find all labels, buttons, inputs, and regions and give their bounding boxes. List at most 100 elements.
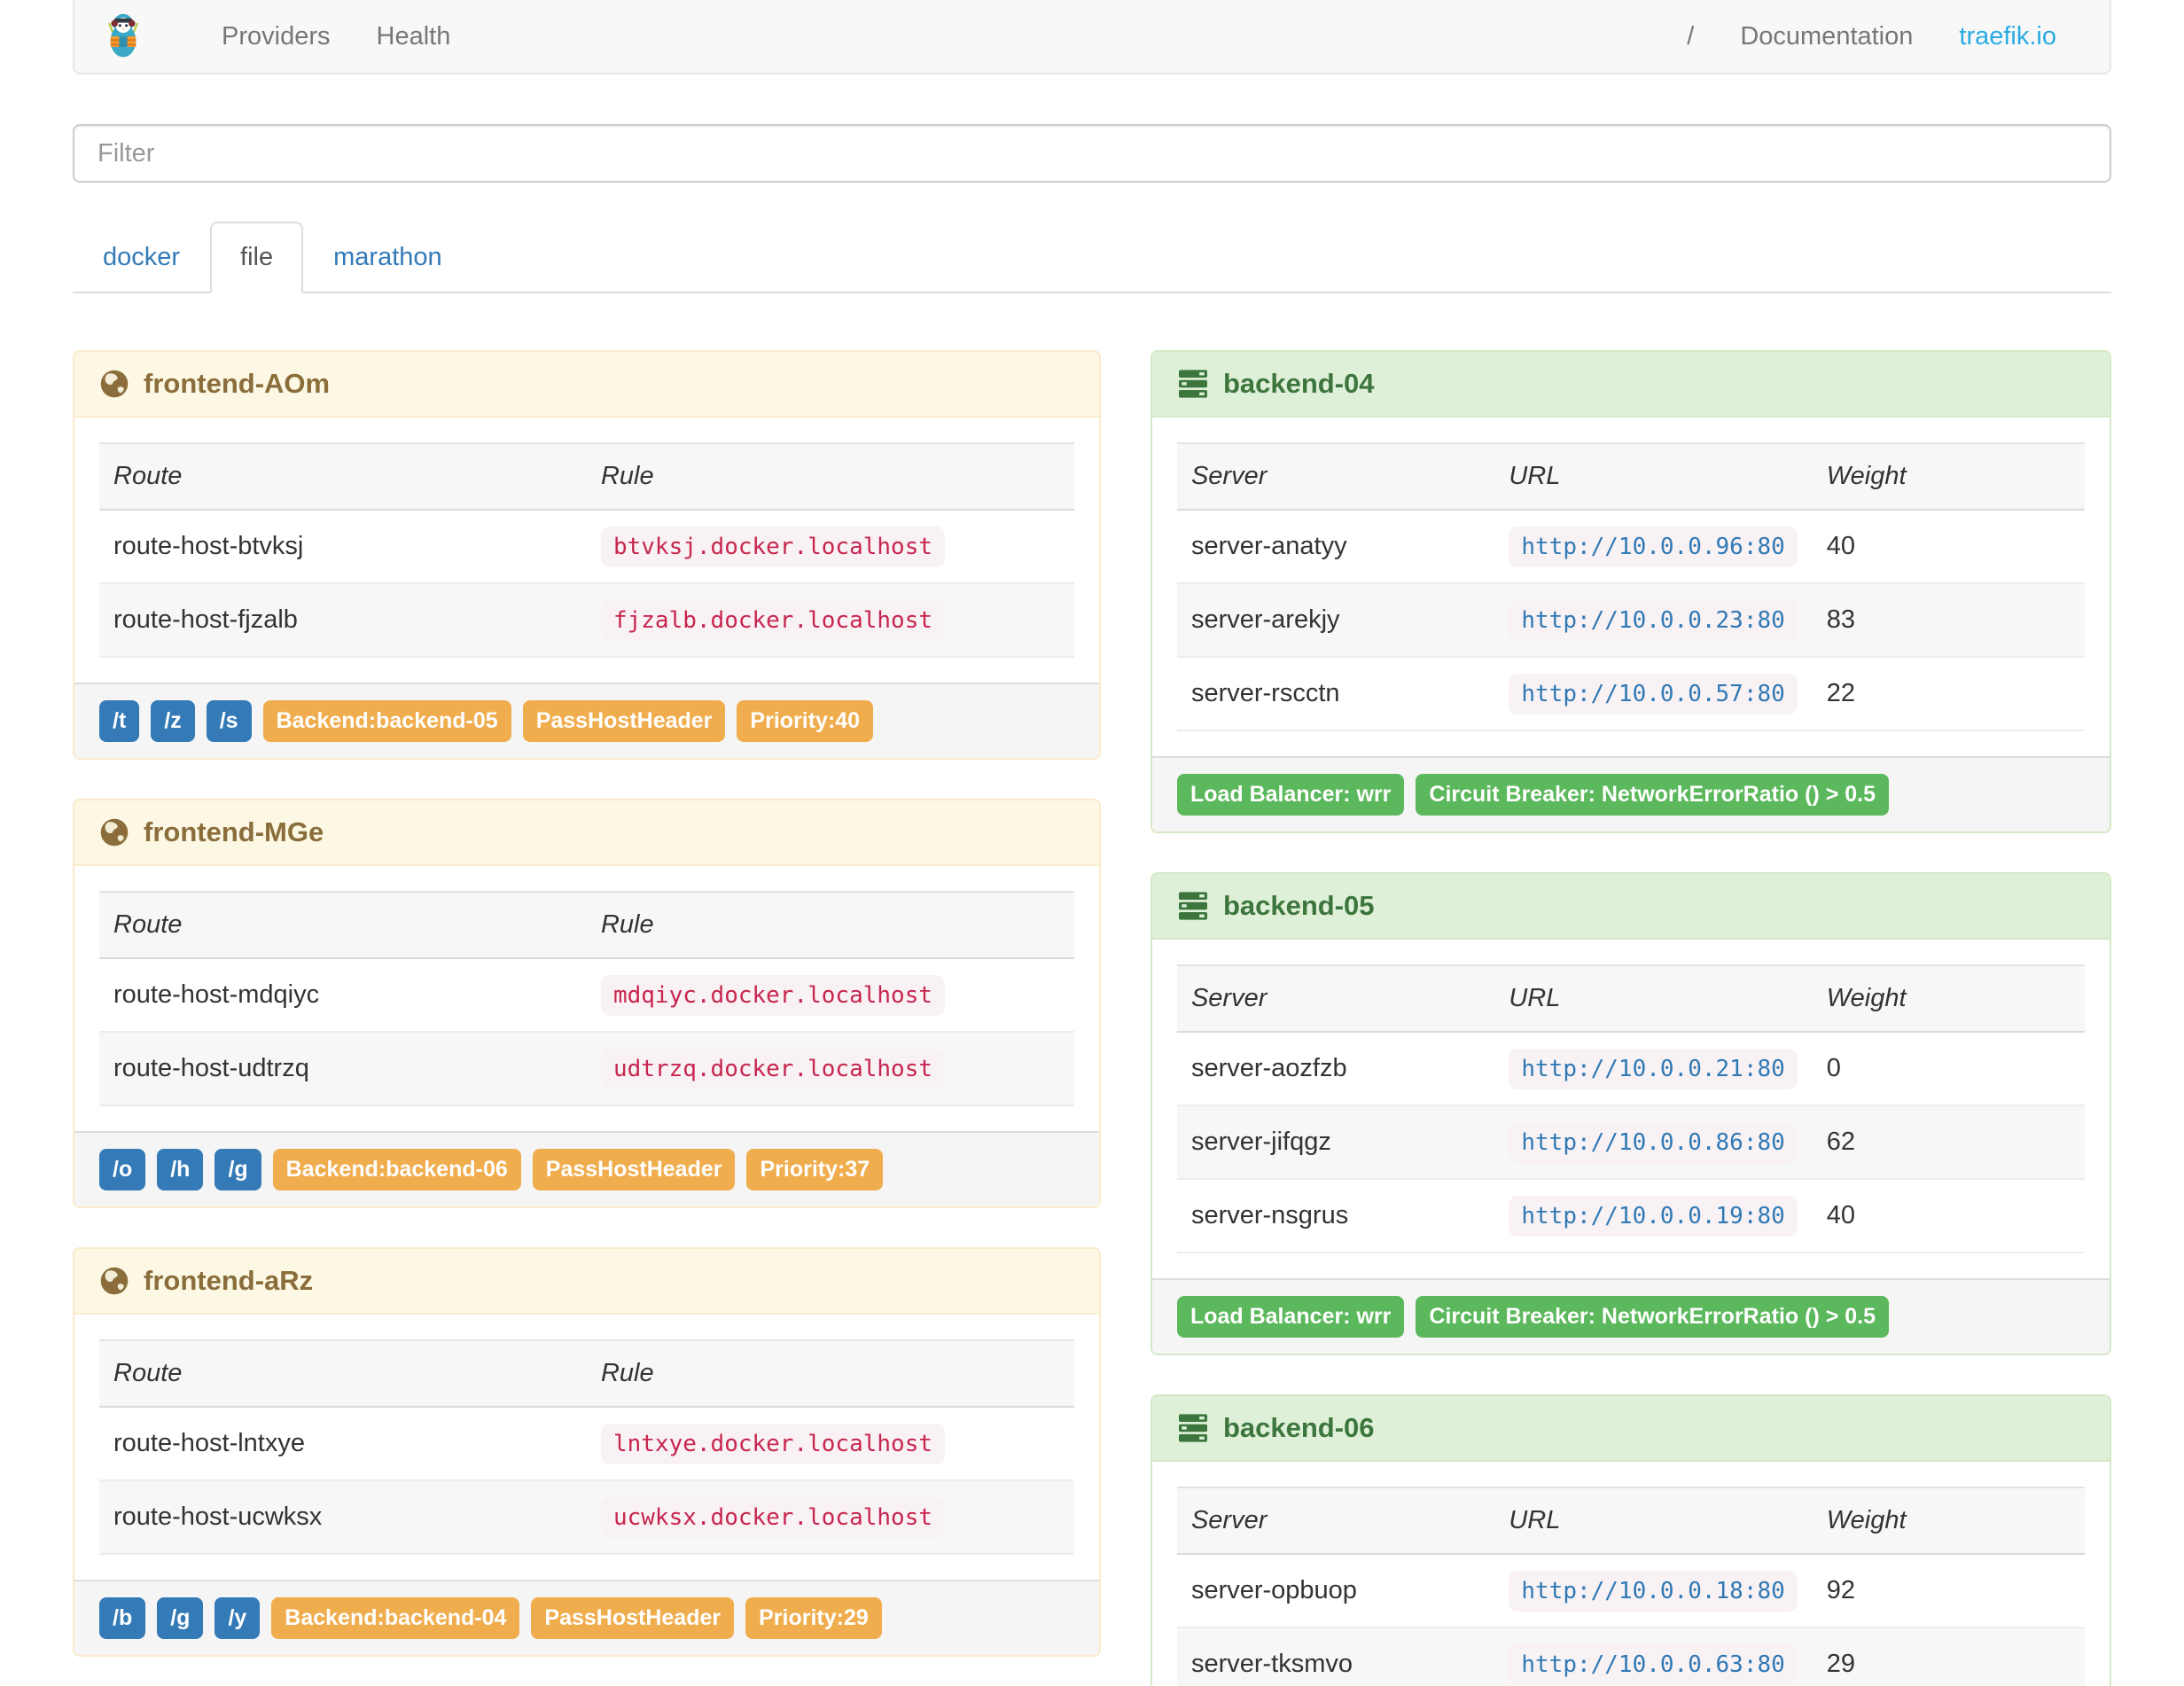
server-name: server-arekjy: [1176, 582, 1495, 657]
server-icon: [1177, 370, 1209, 398]
table-header-row: Route Rule: [99, 891, 1074, 959]
page: Providers Health / Documentation traefik…: [0, 0, 2184, 1686]
column-header-rule: Rule: [586, 1339, 1074, 1408]
route-name: route-host-lntxye: [113, 1429, 305, 1457]
frontend-panel-body: Route Rule route-host-lntxye lntxye.dock…: [74, 1315, 1099, 1580]
tab-docker[interactable]: docker: [73, 222, 210, 293]
content-columns: frontend-AOm Route Rule route-host-btvks…: [73, 350, 2111, 1686]
server-name: server-anatyy: [1190, 532, 1347, 560]
priority-badge: Priority:37: [746, 1149, 884, 1190]
server-name: server-jifqgz: [1176, 1104, 1495, 1179]
table-row: route-host-fjzalb fjzalb.docker.localhos…: [99, 582, 1074, 658]
backend-panel-05: backend-05 Server URL Weight server-aozf…: [1150, 872, 2111, 1355]
tab-file[interactable]: file: [210, 222, 304, 293]
path-badge: /h: [157, 1149, 204, 1190]
tab-marathon[interactable]: marathon: [303, 222, 472, 293]
server-name: server-nsgrus: [1176, 1178, 1495, 1253]
server-name: server-tksmvo: [1176, 1627, 1495, 1686]
priority-badge: Priority:40: [737, 700, 874, 742]
traefik-mascot-icon: [105, 9, 142, 65]
nav-item-documentation[interactable]: Documentation: [1717, 22, 1936, 51]
server-weight: 92: [1826, 1576, 1856, 1604]
path-badge: /o: [99, 1149, 146, 1190]
load-balancer-badge: Load Balancer: wrr: [1176, 774, 1405, 816]
frontend-panel-body: Route Rule route-host-mdqiyc mdqiyc.dock…: [74, 866, 1099, 1131]
server-icon: [1177, 1414, 1209, 1442]
path-badge: /s: [206, 700, 252, 742]
backend-panel-heading: backend-06: [1151, 1396, 2110, 1462]
table-row: server-arekjy http://10.0.0.23:80 83: [1176, 582, 2085, 657]
table-row: server-opbuop http://10.0.0.18:80 92: [1177, 1554, 2085, 1627]
table-header-row: Route Rule: [99, 442, 1074, 511]
priority-badge: Priority:29: [745, 1597, 882, 1639]
server-weight: 40: [1826, 532, 1856, 560]
table-row: server-aozfzb http://10.0.0.21:80 0: [1177, 1032, 2085, 1105]
table-row: route-host-mdqiyc mdqiyc.docker.localhos…: [99, 958, 1074, 1032]
table-row: route-host-btvksj btvksj.docker.localhos…: [99, 510, 1074, 583]
table-row: server-rscctn http://10.0.0.57:80 22: [1176, 656, 2085, 731]
navbar-right: / Documentation traefik.io: [1664, 22, 2079, 51]
table-row: server-tksmvo http://10.0.0.63:80 29: [1176, 1627, 2085, 1686]
server-url-code: http://10.0.0.96:80: [1509, 527, 1798, 567]
backend-ref-badge: Backend:backend-04: [271, 1597, 520, 1639]
column-header-weight: Weight: [1812, 964, 2085, 1033]
backend-panel-body: Server URL Weight server-opbuop http://1…: [1151, 1462, 2110, 1686]
server-weight: 62: [1812, 1104, 2085, 1179]
table-row: server-anatyy http://10.0.0.96:80 40: [1177, 510, 2085, 583]
table-row: route-host-udtrzq udtrzq.docker.localhos…: [99, 1031, 1074, 1106]
frontend-panel-heading: frontend-aRz: [74, 1249, 1099, 1315]
table-row: route-host-ucwksx ucwksx.docker.localhos…: [99, 1479, 1074, 1555]
globe-icon: [99, 369, 129, 399]
table-header-row: Server URL Weight: [1176, 442, 2085, 511]
backend-panel-footer: Load Balancer: wrr Circuit Breaker: Netw…: [1151, 756, 2110, 831]
load-balancer-badge: Load Balancer: wrr: [1176, 1296, 1405, 1338]
server-icon: [1177, 892, 1209, 920]
rule-code: ucwksx.docker.localhost: [600, 1497, 945, 1538]
column-header-rule: Rule: [586, 442, 1074, 511]
nav-item-providers[interactable]: Providers: [199, 22, 354, 51]
column-header-route: Route: [99, 442, 587, 511]
routes-table: Route Rule route-host-mdqiyc mdqiyc.dock…: [99, 891, 1074, 1106]
route-name: route-host-fjzalb: [99, 582, 587, 658]
table-row: server-nsgrus http://10.0.0.19:80 40: [1176, 1178, 2085, 1253]
routes-table: Route Rule route-host-btvksj btvksj.dock…: [99, 442, 1074, 658]
table-row: route-host-lntxye lntxye.docker.localhos…: [99, 1407, 1074, 1480]
frontend-title: frontend-aRz: [144, 1265, 314, 1296]
traefik-logo[interactable]: [105, 9, 142, 65]
column-header-weight: Weight: [1812, 1487, 2085, 1555]
path-badge: /t: [99, 700, 140, 742]
servers-table: Server URL Weight server-anatyy http://1…: [1176, 442, 2085, 731]
path-badge: /b: [99, 1597, 146, 1639]
table-header-row: Server URL Weight: [1176, 964, 2085, 1033]
route-name: route-host-btvksj: [113, 532, 304, 560]
rule-code: btvksj.docker.localhost: [600, 527, 945, 567]
passhostheader-badge: PassHostHeader: [531, 1597, 735, 1639]
server-weight: 40: [1812, 1178, 2085, 1253]
servers-table: Server URL Weight server-opbuop http://1…: [1176, 1487, 2085, 1686]
globe-icon: [99, 817, 129, 847]
route-name: route-host-ucwksx: [99, 1479, 587, 1555]
passhostheader-badge: PassHostHeader: [532, 1149, 736, 1190]
frontend-panel-body: Route Rule route-host-btvksj btvksj.dock…: [74, 418, 1099, 683]
frontend-panel-footer: /b /g /y Backend:backend-04 PassHostHead…: [74, 1580, 1099, 1655]
backend-title: backend-04: [1222, 368, 1375, 399]
globe-icon: [99, 1266, 129, 1296]
server-url-code: http://10.0.0.23:80: [1509, 600, 1798, 641]
rule-code: udtrzq.docker.localhost: [600, 1049, 945, 1089]
nav-item-traefik-io[interactable]: traefik.io: [1936, 22, 2079, 51]
column-header-rule: Rule: [586, 891, 1074, 959]
passhostheader-badge: PassHostHeader: [522, 700, 726, 742]
server-weight: 0: [1826, 1054, 1841, 1082]
filter-input[interactable]: [73, 124, 2111, 183]
route-name: route-host-mdqiyc: [113, 980, 320, 1009]
backend-panel-footer: Load Balancer: wrr Circuit Breaker: Netw…: [1151, 1278, 2110, 1354]
column-header-server: Server: [1176, 1487, 1495, 1555]
server-weight: 29: [1812, 1627, 2085, 1686]
nav-item-health[interactable]: Health: [354, 22, 474, 51]
column-header-url: URL: [1494, 1487, 1813, 1555]
path-badge: /g: [214, 1149, 261, 1190]
column-header-route: Route: [99, 891, 587, 959]
provider-tabs: docker file marathon: [73, 222, 2111, 293]
rule-code: lntxye.docker.localhost: [600, 1424, 945, 1464]
column-header-route: Route: [99, 1339, 587, 1408]
